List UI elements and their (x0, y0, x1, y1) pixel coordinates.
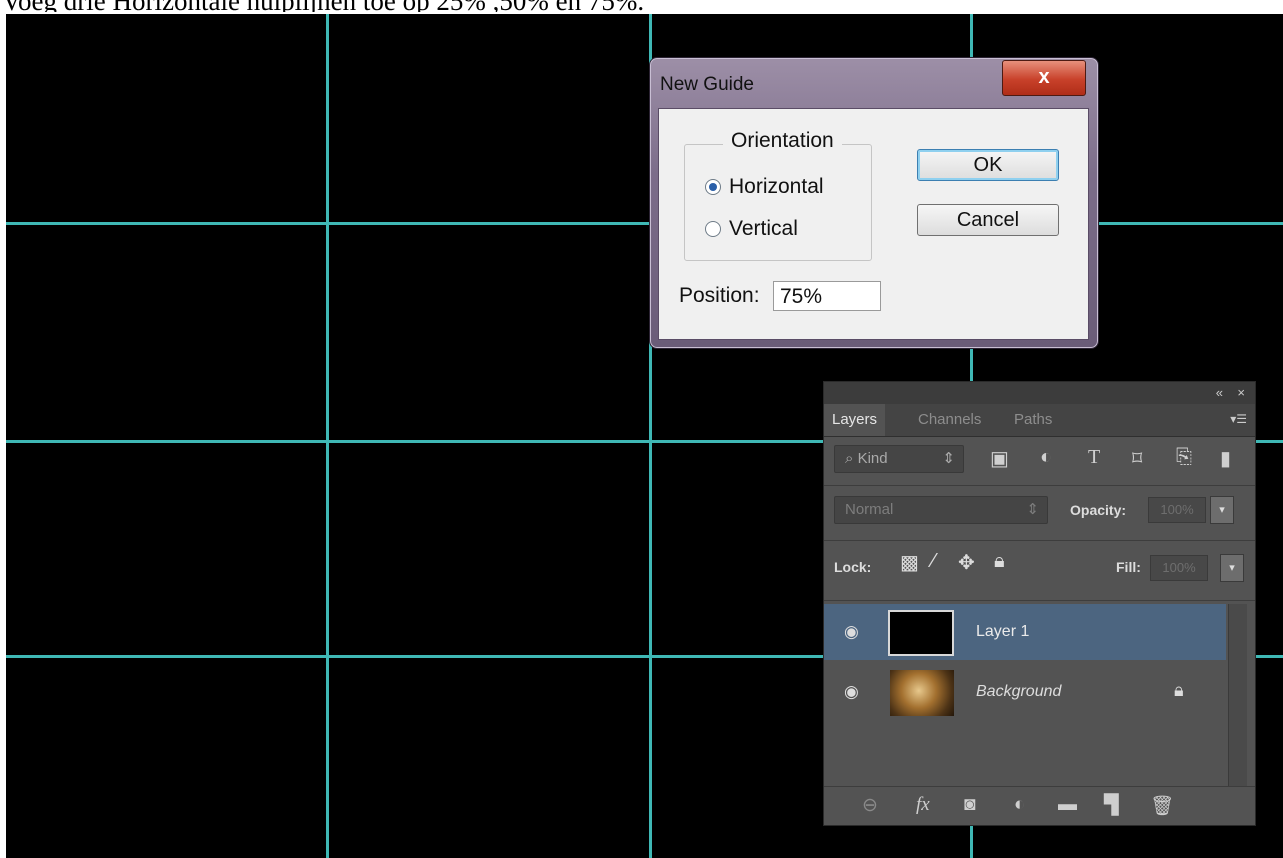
new-guide-dialog: New Guide x Orientation Horizontal Verti… (649, 57, 1099, 349)
tab-layers[interactable]: Layers (824, 404, 886, 436)
lock-position-icon[interactable]: ✥ (958, 550, 975, 575)
vertical-label: Vertical (729, 217, 798, 240)
layers-panel: « × Layers Channels Paths ▾☰ ⌕ Kind ⇕ ▣ … (823, 381, 1256, 826)
fill-label: Fill: (1116, 559, 1141, 575)
opacity-input[interactable]: 100% (1148, 497, 1206, 523)
panel-tabs: Layers Channels Paths ▾☰ (824, 404, 1255, 437)
kind-label: Kind (857, 450, 888, 467)
horizontal-label: Horizontal (729, 175, 824, 198)
dialog-body: Orientation Horizontal Vertical OK Cance… (658, 108, 1089, 340)
panel-titlebar: « × (824, 382, 1255, 404)
layers-scrollbar[interactable] (1228, 604, 1247, 794)
blend-mode-value: Normal (845, 501, 894, 518)
tab-paths[interactable]: Paths (1006, 404, 1060, 436)
tab-channels[interactable]: Channels (910, 404, 989, 436)
visibility-eye-icon[interactable]: ◉ (844, 682, 859, 702)
shape-filter-icon[interactable]: ⌑ (1132, 446, 1142, 471)
layer-row[interactable]: ◉ Layer 1 (824, 604, 1226, 660)
opacity-label: Opacity: (1070, 502, 1127, 518)
smart-object-filter-icon[interactable]: ⎘ (1176, 446, 1192, 469)
search-icon: ⌕ (845, 450, 854, 467)
type-filter-icon[interactable]: T (1088, 446, 1100, 469)
fill-dropdown-button[interactable]: ▾ (1220, 554, 1244, 582)
lock-pixels-brush-icon[interactable]: ⁄ (932, 550, 935, 573)
orientation-group: Orientation Horizontal Vertical (684, 129, 872, 261)
position-label: Position: (679, 284, 760, 307)
kind-filter-select[interactable]: ⌕ Kind ⇕ (834, 445, 964, 473)
adjustment-filter-icon[interactable]: ◐ (1040, 446, 1052, 469)
lock-all-icon[interactable]: 🔒︎ (994, 550, 1005, 573)
divider (824, 600, 1255, 601)
link-icon[interactable]: ⊖ (862, 794, 878, 817)
filter-row: ⌕ Kind ⇕ ▣ ◐ T ⌑ ⎘ ▮ (824, 437, 1255, 481)
vertical-guide[interactable] (326, 14, 329, 858)
caption-text: Voeg drie Horizontale hulplijnen toe op … (2, 0, 644, 12)
chevron-updown-icon: ⇕ (1026, 501, 1039, 518)
radio-unselected-icon[interactable] (705, 221, 721, 237)
dialog-title: New Guide (660, 74, 754, 95)
lock-icon: 🔒︎ (1174, 680, 1184, 700)
close-icon[interactable]: × (1237, 385, 1245, 400)
cancel-button[interactable]: Cancel (917, 204, 1059, 236)
panel-bottom-toolbar: ⊖ fx ◙ ◐ ▬ ▜ 🗑︎ (824, 786, 1255, 825)
layer-name[interactable]: Layer 1 (976, 623, 1029, 641)
lock-transparency-icon[interactable]: ▩ (900, 550, 919, 575)
folder-icon[interactable]: ▬ (1058, 794, 1077, 816)
layer-thumbnail (888, 610, 954, 656)
blend-mode-select[interactable]: Normal ⇕ (834, 496, 1048, 524)
layer-thumbnail (890, 670, 954, 716)
panel-menu-icon[interactable]: ▾☰ (1230, 412, 1247, 426)
trash-icon[interactable]: 🗑︎ (1150, 794, 1174, 818)
mask-icon[interactable]: ◙ (964, 794, 975, 816)
opacity-dropdown-button[interactable]: ▾ (1210, 496, 1234, 524)
image-filter-icon[interactable]: ▣ (990, 446, 1009, 471)
ok-button[interactable]: OK (917, 149, 1059, 181)
fx-icon[interactable]: fx (916, 794, 930, 816)
radio-selected-icon[interactable] (705, 179, 721, 195)
layer-name[interactable]: Background (976, 683, 1061, 701)
horizontal-radio[interactable]: Horizontal (705, 175, 824, 199)
position-input[interactable]: 75% (773, 281, 881, 311)
chevron-updown-icon: ⇕ (942, 450, 955, 467)
vertical-radio[interactable]: Vertical (705, 217, 798, 241)
blend-row: Normal ⇕ Opacity: 100% ▾ (824, 486, 1255, 532)
collapse-icon[interactable]: « (1216, 385, 1223, 400)
new-layer-icon[interactable]: ▜ (1104, 794, 1119, 817)
close-button[interactable]: x (1002, 60, 1086, 96)
fill-input[interactable]: 100% (1150, 555, 1208, 581)
lock-row: Lock: ▩ ⁄ ✥ 🔒︎ Fill: 100% ▾ (824, 541, 1255, 593)
adjustment-icon[interactable]: ◐ (1014, 794, 1025, 816)
lock-label: Lock: (834, 559, 872, 575)
layer-row[interactable]: ◉ Background 🔒︎ (824, 664, 1226, 720)
orientation-label: Orientation (723, 129, 842, 153)
visibility-eye-icon[interactable]: ◉ (844, 622, 859, 642)
filter-toggle-icon[interactable]: ▮ (1220, 446, 1231, 471)
